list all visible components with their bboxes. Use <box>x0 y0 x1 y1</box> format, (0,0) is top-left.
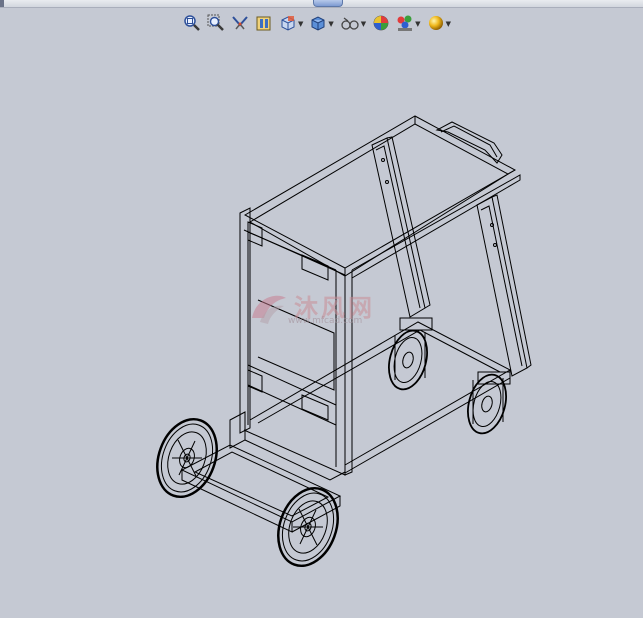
lower-shelf <box>229 321 511 481</box>
cart-wireframe <box>156 115 532 568</box>
rear-caster-left <box>388 317 433 391</box>
rear-uprights <box>371 136 532 377</box>
front-cabinet <box>239 174 521 476</box>
rear-caster-right <box>467 371 511 435</box>
front-left-wheel <box>156 417 218 499</box>
top-shelf <box>243 115 517 277</box>
model-viewport[interactable] <box>0 0 643 618</box>
